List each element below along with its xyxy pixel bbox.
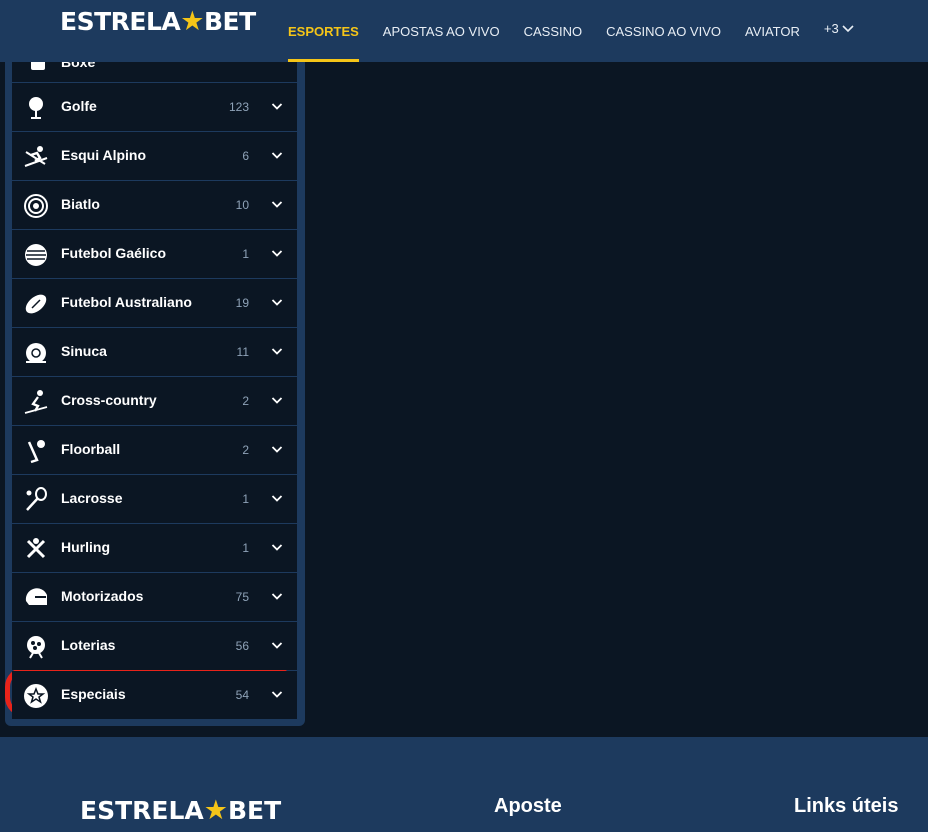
snooker-icon — [23, 340, 49, 366]
brand-logo[interactable]: ESTRELA★BET — [60, 6, 256, 38]
sidebar-item-count: 2 — [242, 443, 249, 457]
gaelic-ball-icon — [23, 242, 49, 268]
footer-col-links-title: Links úteis — [794, 795, 899, 817]
sidebar-item-especiais[interactable]: Especiais 54 — [12, 671, 297, 719]
chevron-down-icon[interactable] — [271, 198, 283, 210]
footer-logo-left: ESTRELA — [80, 796, 204, 825]
chevron-down-icon[interactable] — [271, 443, 283, 455]
sidebar-item-futebol-gaelico[interactable]: Futebol Gaélico 1 — [12, 230, 297, 278]
floorball-icon — [23, 438, 49, 464]
sidebar-item-label: Biatlo — [61, 196, 100, 212]
nav-apostas-ao-vivo[interactable]: APOSTAS AO VIVO — [371, 0, 512, 62]
boxing-icon — [31, 62, 45, 70]
sidebar-item-label: Especiais — [61, 686, 126, 702]
sidebar-item-motorizados[interactable]: Motorizados 75 — [12, 573, 297, 621]
sidebar-item-label: Golfe — [61, 98, 97, 114]
nav-cassino-ao-vivo[interactable]: CASSINO AO VIVO — [594, 0, 733, 62]
sidebar-item-count: 56 — [235, 639, 249, 653]
chevron-down-icon[interactable] — [271, 492, 283, 504]
logo-text-left: ESTRELA — [60, 7, 181, 36]
sidebar-item-label: Boxe — [61, 62, 96, 70]
helmet-icon — [23, 585, 49, 611]
sidebar-item-hurling[interactable]: Hurling 1 — [12, 524, 297, 572]
sidebar-item-boxe-partial[interactable]: Boxe — [12, 62, 297, 82]
sidebar-item-count: 1 — [242, 492, 249, 506]
nav-more-button[interactable]: +3 — [812, 0, 866, 56]
sidebar-item-label: Hurling — [61, 539, 110, 555]
hurling-icon — [23, 536, 49, 562]
chevron-down-icon[interactable] — [271, 345, 283, 357]
chevron-down-icon[interactable] — [271, 149, 283, 161]
chevron-down-icon[interactable] — [271, 296, 283, 308]
nav-cassino[interactable]: CASSINO — [512, 0, 595, 62]
lottery-icon — [23, 634, 49, 660]
sidebar-item-loterias[interactable]: Loterias 56 — [12, 622, 297, 670]
chevron-down-icon[interactable] — [271, 541, 283, 553]
cross-country-icon — [23, 389, 49, 415]
sidebar-item-count: 1 — [242, 541, 249, 555]
nav-aviator[interactable]: AVIATOR — [733, 0, 812, 62]
nav-esportes[interactable]: ESPORTES — [276, 0, 371, 62]
footer: ESTRELA★BET Aposte Links úteis — [0, 737, 928, 832]
top-header: ESTRELA★BET ESPORTES APOSTAS AO VIVO CAS… — [0, 0, 928, 62]
footer-logo-right: BET — [227, 796, 282, 825]
sidebar-item-label: Esqui Alpino — [61, 147, 147, 163]
chevron-down-icon — [842, 25, 854, 33]
sidebar-item-count: 19 — [235, 296, 249, 310]
ski-icon — [23, 144, 49, 170]
sidebar-item-count: 10 — [235, 198, 249, 212]
nav-more-label: +3 — [823, 20, 839, 36]
golf-icon — [23, 95, 49, 121]
chevron-down-icon[interactable] — [271, 590, 283, 602]
sidebar-item-golfe[interactable]: Golfe 123 — [12, 83, 297, 131]
sidebar-item-cross-country[interactable]: Cross-country 2 — [12, 377, 297, 425]
sidebar-item-label: Futebol Australiano — [61, 294, 192, 310]
sidebar-item-esqui-alpino[interactable]: Esqui Alpino 6 — [12, 132, 297, 180]
sidebar-item-label: Sinuca — [61, 343, 107, 359]
sidebar-item-count: 6 — [242, 149, 249, 163]
footer-logo[interactable]: ESTRELA★BET — [80, 791, 281, 831]
oval-ball-icon — [23, 291, 49, 317]
sidebar-item-count: 75 — [235, 590, 249, 604]
sidebar-item-label: Motorizados — [61, 588, 144, 604]
chevron-down-icon[interactable] — [271, 394, 283, 406]
chevron-down-icon[interactable] — [271, 100, 283, 112]
sidebar-item-count: 123 — [228, 100, 249, 114]
lacrosse-icon — [23, 487, 49, 513]
sidebar-item-label: Cross-country — [61, 392, 157, 408]
sidebar-item-count: 2 — [242, 394, 249, 408]
sidebar-item-count: 11 — [236, 345, 249, 359]
sidebar-item-label: Futebol Gaélico — [61, 245, 167, 261]
chevron-down-icon[interactable] — [271, 639, 283, 651]
sidebar-item-label: Floorball — [61, 441, 121, 457]
sidebar-item-biatlo[interactable]: Biatlo 10 — [12, 181, 297, 229]
footer-logo-star-icon: ★ — [203, 795, 228, 826]
chevron-down-icon[interactable] — [271, 688, 283, 700]
main-nav: ESPORTES APOSTAS AO VIVO CASSINO CASSINO… — [276, 0, 866, 62]
target-icon — [23, 193, 49, 219]
chevron-down-icon[interactable] — [271, 247, 283, 259]
sidebar-item-sinuca[interactable]: Sinuca 11 — [12, 328, 297, 376]
logo-star-icon: ★ — [180, 6, 204, 37]
star-badge-icon — [23, 683, 49, 709]
sidebar-item-floorball[interactable]: Floorball 2 — [12, 426, 297, 474]
sidebar-item-label: Loterias — [61, 637, 116, 653]
sidebar-item-lacrosse[interactable]: Lacrosse 1 — [12, 475, 297, 523]
footer-col-aposte-title: Aposte — [494, 795, 562, 817]
sidebar-item-count: 54 — [235, 688, 249, 702]
sidebar-item-futebol-australiano[interactable]: Futebol Australiano 19 — [12, 279, 297, 327]
sidebar-item-count: 1 — [242, 247, 249, 261]
sidebar-item-label: Lacrosse — [61, 490, 123, 506]
logo-text-right: BET — [203, 7, 256, 36]
